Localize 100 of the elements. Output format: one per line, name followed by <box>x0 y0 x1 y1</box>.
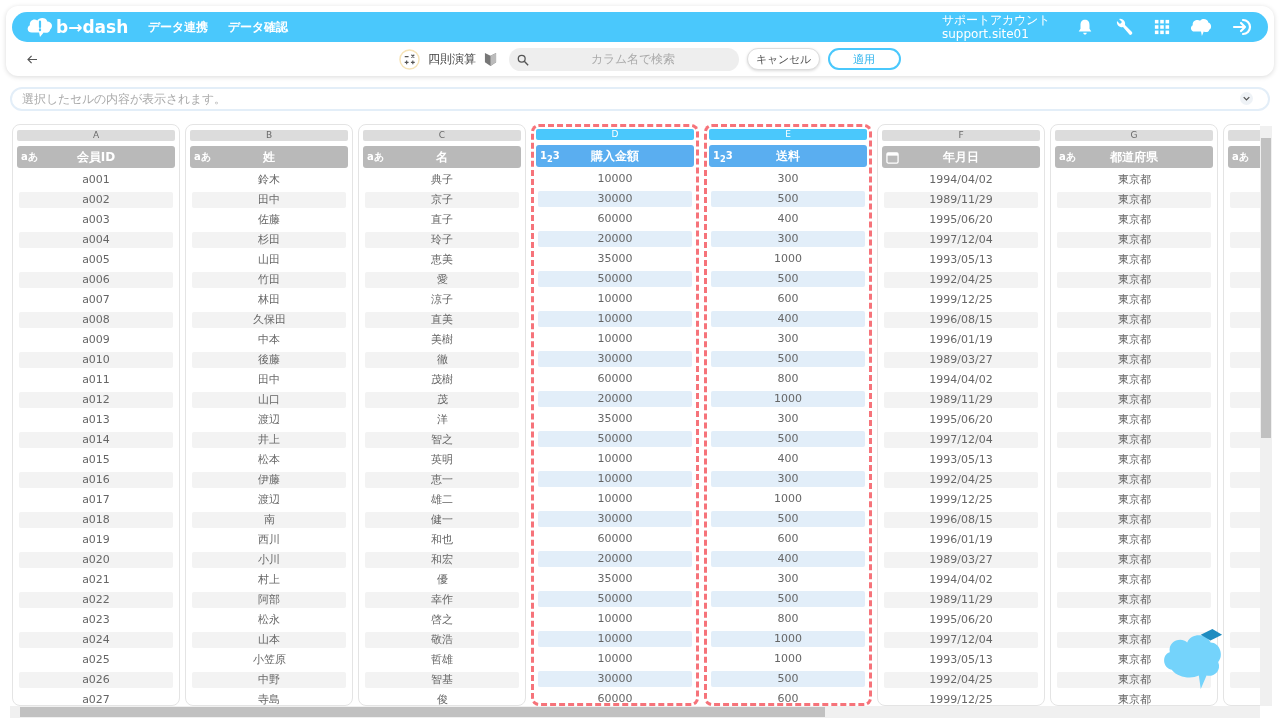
table-cell[interactable]: a019 <box>19 532 173 548</box>
table-cell[interactable]: 300 <box>711 571 865 587</box>
table-cell[interactable]: 1000 <box>711 631 865 647</box>
table-cell[interactable]: 佐藤 <box>192 212 346 228</box>
table-cell[interactable]: 西川 <box>192 532 346 548</box>
table-cell[interactable]: 東京都 <box>1057 672 1211 688</box>
table-cell[interactable]: 井上 <box>192 432 346 448</box>
table-cell[interactable]: 300 <box>711 171 865 187</box>
table-cell[interactable]: 400 <box>711 551 865 567</box>
table-cell[interactable]: 1989/11/29 <box>884 592 1038 608</box>
table-cell[interactable]: a022 <box>19 592 173 608</box>
table-cell[interactable]: 60000 <box>538 371 692 387</box>
table-cell[interactable]: 600 <box>711 291 865 307</box>
table-cell[interactable]: 小笠原 <box>192 652 346 668</box>
table-cell[interactable]: 1993/05/13 <box>884 652 1038 668</box>
table-cell[interactable]: 徹 <box>365 352 519 368</box>
table-cell[interactable]: a025 <box>19 652 173 668</box>
table-cell[interactable]: a008 <box>19 312 173 328</box>
back-arrow-icon[interactable] <box>27 54 38 64</box>
table-cell[interactable]: 1997/12/04 <box>884 232 1038 248</box>
table-cell[interactable]: a018 <box>19 512 173 528</box>
table-cell[interactable]: 1994/04/02 <box>884 572 1038 588</box>
table-cell[interactable]: 東京都 <box>1057 552 1211 568</box>
table-cell[interactable]: 500 <box>711 431 865 447</box>
table-cell[interactable]: 1995/06/20 <box>884 612 1038 628</box>
table-cell[interactable]: 伊藤 <box>192 472 346 488</box>
table-cell[interactable]: 東京都 <box>1057 572 1211 588</box>
table-cell[interactable]: 10000 <box>538 291 692 307</box>
table-cell[interactable]: 1989/11/29 <box>884 392 1038 408</box>
table-cell[interactable]: 1992/04/25 <box>884 472 1038 488</box>
table-cell[interactable]: 1000 <box>711 651 865 667</box>
table-cell[interactable]: a016 <box>19 472 173 488</box>
table-cell[interactable]: 東京都 <box>1057 332 1211 348</box>
cell-content-field[interactable]: 選択したセルの内容が表示されます。 <box>10 87 1270 111</box>
table-cell[interactable]: 南 <box>192 512 346 528</box>
table-cell[interactable]: 1989/03/27 <box>884 352 1038 368</box>
table-cell[interactable]: 東京都 <box>1057 512 1211 528</box>
table-cell[interactable]: 1993/05/13 <box>884 252 1038 268</box>
table-cell[interactable]: 東京都 <box>1057 212 1211 228</box>
table-cell[interactable]: 東京都 <box>1057 432 1211 448</box>
table-cell[interactable]: 600 <box>711 691 865 706</box>
table-cell[interactable]: 寺島 <box>192 692 346 706</box>
table-cell[interactable]: a015 <box>19 452 173 468</box>
table-cell[interactable]: 500 <box>711 511 865 527</box>
grid-icon[interactable] <box>1154 19 1170 35</box>
table-cell[interactable]: 20000 <box>538 231 692 247</box>
table-cell[interactable]: 10000 <box>538 171 692 187</box>
table-cell[interactable]: 洋 <box>365 412 519 428</box>
table-cell[interactable]: 村上 <box>192 572 346 588</box>
table-cell[interactable]: 800 <box>711 371 865 387</box>
table-cell[interactable]: 恵一 <box>365 472 519 488</box>
table-cell[interactable]: 東京都 <box>1057 492 1211 508</box>
table-cell[interactable]: 800 <box>711 611 865 627</box>
table-cell[interactable]: 1999/12/25 <box>884 692 1038 706</box>
table-cell[interactable]: 1992/04/25 <box>884 672 1038 688</box>
table-cell[interactable]: 敬浩 <box>365 632 519 648</box>
table-cell[interactable]: 渡辺 <box>192 412 346 428</box>
table-cell[interactable]: 東京都 <box>1057 232 1211 248</box>
table-cell[interactable]: 30000 <box>538 511 692 527</box>
table-cell[interactable]: a003 <box>19 212 173 228</box>
table-cell[interactable]: 渡辺 <box>192 492 346 508</box>
table-cell[interactable]: 美樹 <box>365 332 519 348</box>
table-cell[interactable]: 田中 <box>192 372 346 388</box>
table-cell[interactable]: 幸作 <box>365 592 519 608</box>
table-cell[interactable]: 阿部 <box>192 592 346 608</box>
table-cell[interactable]: 東京都 <box>1057 452 1211 468</box>
table-cell[interactable]: 山本 <box>192 632 346 648</box>
table-cell[interactable]: 1999/12/25 <box>884 292 1038 308</box>
table-cell[interactable]: a010 <box>19 352 173 368</box>
table-cell[interactable]: 35000 <box>538 251 692 267</box>
table-cell[interactable]: 10000 <box>538 471 692 487</box>
table-cell[interactable]: 東京都 <box>1057 532 1211 548</box>
table-cell[interactable]: 500 <box>711 671 865 687</box>
table-cell[interactable]: 1997/12/04 <box>884 432 1038 448</box>
table-cell[interactable]: 玲子 <box>365 232 519 248</box>
table-cell[interactable]: 1000 <box>711 491 865 507</box>
table-cell[interactable]: 涼子 <box>365 292 519 308</box>
table-cell[interactable]: 田中 <box>192 192 346 208</box>
table-cell[interactable]: 恵美 <box>365 252 519 268</box>
table-cell[interactable]: 500 <box>711 351 865 367</box>
cloud-icon[interactable] <box>1190 17 1212 37</box>
table-cell[interactable]: 400 <box>711 211 865 227</box>
table-cell[interactable]: 和也 <box>365 532 519 548</box>
table-cell[interactable]: 500 <box>711 271 865 287</box>
table-cell[interactable]: 1996/01/19 <box>884 532 1038 548</box>
table-cell[interactable]: 直子 <box>365 212 519 228</box>
table-cell[interactable]: 1999/12/25 <box>884 492 1038 508</box>
table-cell[interactable]: 東京都 <box>1057 252 1211 268</box>
table-cell[interactable]: 茂 <box>365 392 519 408</box>
table-cell[interactable]: 10000 <box>538 611 692 627</box>
column-letter[interactable]: B <box>190 130 348 141</box>
horizontal-scrollbar[interactable] <box>10 706 1260 718</box>
table-cell[interactable]: 中野 <box>192 672 346 688</box>
table-cell[interactable]: 健一 <box>365 512 519 528</box>
table-cell[interactable]: a011 <box>19 372 173 388</box>
table-cell[interactable]: 300 <box>711 331 865 347</box>
table-cell[interactable]: 杉田 <box>192 232 346 248</box>
table-cell[interactable]: 20000 <box>538 391 692 407</box>
table-cell[interactable]: 20000 <box>538 551 692 567</box>
table-cell[interactable]: 雄二 <box>365 492 519 508</box>
